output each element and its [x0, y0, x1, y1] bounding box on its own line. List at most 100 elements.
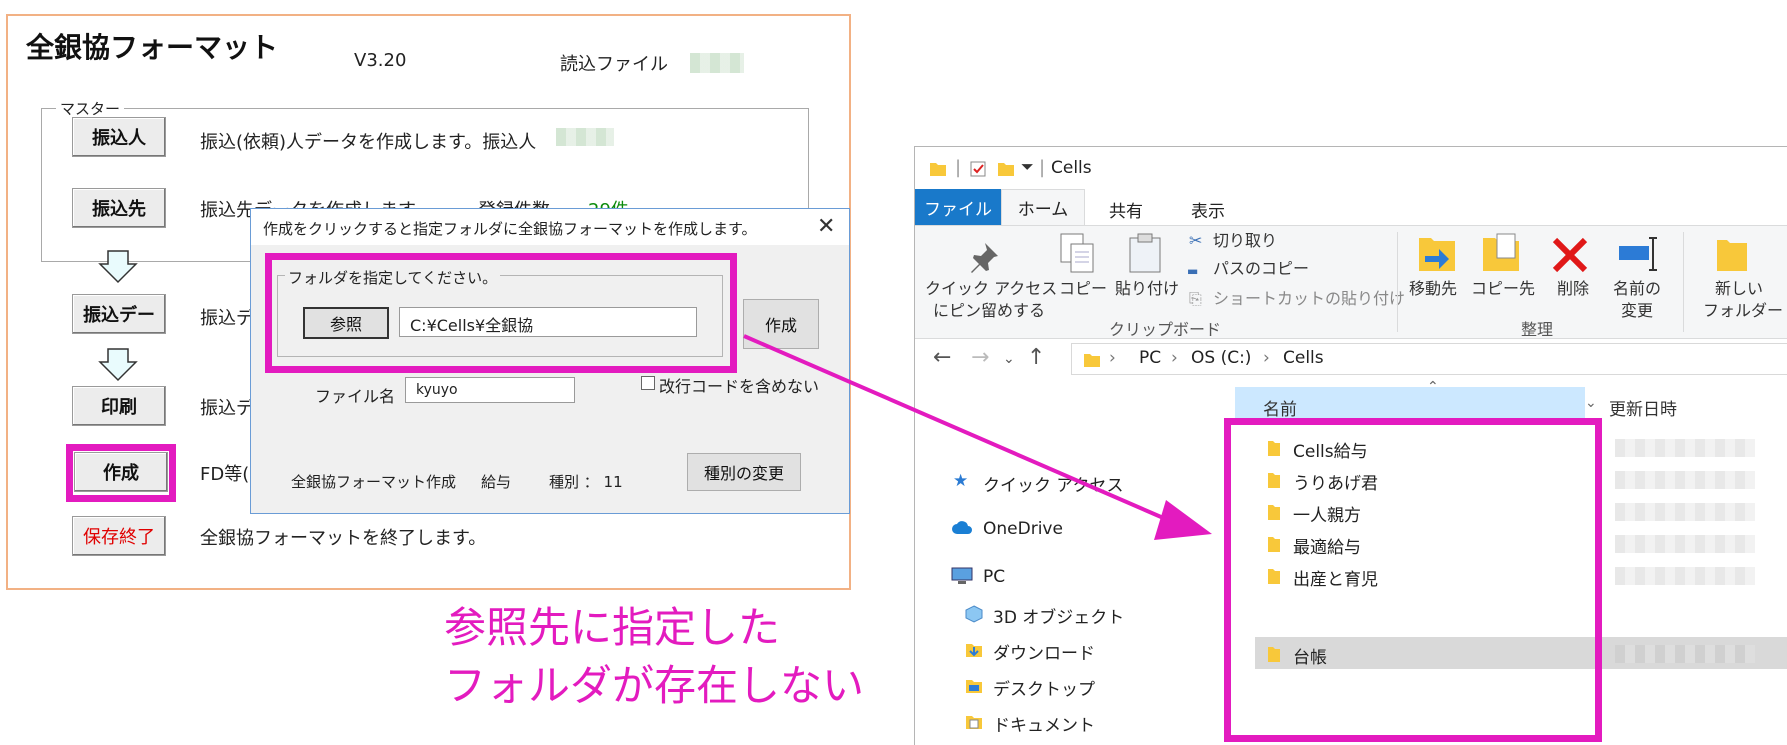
star-icon: ★	[953, 471, 969, 491]
nav-quick-access[interactable]: クイック アクセス	[983, 471, 1124, 496]
file-name-label: ファイル名	[315, 387, 396, 406]
breadcrumb-cells[interactable]: Cells	[1283, 348, 1324, 368]
modified-date-blurred	[1615, 471, 1755, 489]
explorer-titlebar: | ⏷ | Cells	[915, 147, 1787, 189]
quick-toolbar-dropdown-icon[interactable]: ⏷	[1021, 157, 1034, 177]
desktop-icon	[966, 680, 982, 693]
breadcrumb-drive[interactable]: OS (C:)	[1191, 348, 1251, 368]
modified-date-blurred	[1615, 535, 1755, 553]
cut-label[interactable]: 切り取り	[1213, 230, 1277, 252]
move-to-icon[interactable]	[1417, 232, 1457, 274]
status-title: 全銀協フォーマット作成	[291, 473, 457, 491]
window-title: Cells	[1051, 158, 1092, 178]
modified-date-blurred	[1615, 645, 1755, 663]
tab-share[interactable]: 共有	[1109, 197, 1143, 222]
read-file-value-blurred	[690, 53, 744, 73]
nav-downloads[interactable]: ダウンロード	[993, 639, 1095, 664]
folder-icon	[930, 163, 946, 176]
create-description: FD等(	[200, 464, 250, 485]
up-arrow-icon[interactable]: ↑	[1027, 345, 1045, 370]
save-exit-button[interactable]: 保存終了	[72, 516, 166, 556]
nav-desktop[interactable]: デスクトップ	[993, 675, 1095, 700]
nav-3d-objects[interactable]: 3D オブジェクト	[993, 603, 1124, 628]
breadcrumb-chevron-icon: ›	[1171, 348, 1178, 368]
payer-description: 振込(依頼)人データを作成します。振込人	[200, 132, 537, 153]
new-folder-icon[interactable]	[1715, 232, 1749, 274]
change-kind-button[interactable]: 種別の変更	[687, 453, 801, 491]
sort-ascending-icon: ⌃	[1427, 379, 1439, 395]
close-icon[interactable]: ✕	[817, 214, 835, 239]
shortcut-icon: ⎘	[1189, 289, 1202, 308]
nav-onedrive[interactable]: OneDrive	[983, 519, 1063, 539]
move-to-label[interactable]: 移動先	[1409, 278, 1457, 300]
properties-icon[interactable]	[969, 160, 987, 178]
flow-arrow-down-icon	[98, 250, 138, 284]
app-title: 全銀協フォーマット	[26, 31, 279, 64]
rename-label-1[interactable]: 名前の	[1613, 278, 1661, 300]
copy-label[interactable]: コピー	[1059, 278, 1107, 300]
new-folder-label-1[interactable]: 新しい	[1715, 278, 1763, 300]
download-icon	[966, 644, 982, 657]
print-button[interactable]: 印刷	[72, 386, 166, 426]
recent-dropdown-icon[interactable]: ⌄	[1003, 351, 1015, 367]
address-bar[interactable]	[1071, 343, 1787, 375]
no-newline-label: 改行コードを含めない	[659, 377, 820, 396]
print-description: 振込デ	[200, 398, 254, 419]
rename-label-2[interactable]: 変更	[1621, 300, 1653, 322]
back-arrow-icon[interactable]: ←	[933, 345, 951, 370]
new-folder-quick-icon[interactable]	[997, 160, 1015, 178]
transfer-data-description: 振込デ	[200, 308, 254, 329]
new-folder-label-2[interactable]: フォルダー	[1703, 300, 1783, 322]
forward-arrow-icon[interactable]: →	[971, 345, 989, 370]
pin-icon[interactable]	[967, 240, 1001, 274]
modified-date-blurred	[1615, 439, 1755, 457]
payer-button[interactable]: 振込人	[72, 117, 166, 157]
file-name-input[interactable]: kyuyo	[405, 377, 575, 403]
copy-path-label[interactable]: パスのコピー	[1213, 258, 1309, 280]
paste-label[interactable]: 貼り付け	[1115, 278, 1179, 300]
rename-icon[interactable]	[1617, 234, 1659, 274]
highlight-create-button	[66, 444, 176, 502]
highlight-folder-group	[265, 253, 737, 373]
copy-to-label[interactable]: コピー先	[1471, 278, 1535, 300]
delete-label[interactable]: 削除	[1557, 278, 1589, 300]
pin-label-2[interactable]: にピン留めする	[933, 300, 1045, 322]
modified-date-blurred	[1615, 503, 1755, 521]
status-kind: 種別 ： 11	[549, 473, 623, 491]
folder-icon	[1084, 354, 1100, 367]
dialog-create-button[interactable]: 作成	[743, 299, 819, 349]
nav-documents[interactable]: ドキュメント	[993, 711, 1095, 736]
document-icon	[966, 716, 982, 729]
copy-icon[interactable]	[1059, 232, 1095, 274]
name-column-header[interactable]: 名前	[1263, 395, 1297, 420]
tab-view[interactable]: 表示	[1191, 197, 1225, 222]
no-newline-checkbox[interactable]	[641, 376, 655, 390]
version-label: V3.20	[354, 50, 407, 71]
modified-column-header[interactable]: 更新日時	[1609, 395, 1677, 420]
cloud-icon	[952, 521, 972, 534]
ribbon: クイック アクセス にピン留めする コピー 貼り付け ✂ 切り取り ▬ パスのコ…	[915, 225, 1787, 339]
nav-pc[interactable]: PC	[983, 567, 1005, 587]
highlight-file-list	[1224, 418, 1602, 742]
copy-to-icon[interactable]	[1481, 232, 1521, 274]
column-dropdown-icon[interactable]: ⌄	[1585, 395, 1597, 411]
flow-arrow-down-icon	[98, 348, 138, 382]
read-file-label: 読込ファイル	[560, 54, 668, 75]
payee-button[interactable]: 振込先	[72, 188, 166, 228]
tab-file[interactable]: ファイル	[915, 189, 1001, 225]
tab-home[interactable]: ホーム	[1001, 189, 1085, 225]
create-format-dialog: 作成をクリックすると指定フォルダに全銀協フォーマットを作成します。 ✕ フォルダ…	[250, 208, 850, 514]
organize-group-label: 整理	[1521, 320, 1554, 339]
breadcrumb-chevron-icon: ›	[1263, 348, 1270, 368]
cube-icon	[965, 605, 983, 623]
clipboard-group-label: クリップボード	[1109, 320, 1222, 339]
paste-icon[interactable]	[1127, 232, 1163, 274]
paste-shortcut-label: ショートカットの貼り付け	[1213, 289, 1406, 308]
pin-label-1[interactable]: クイック アクセス	[925, 278, 1057, 300]
modified-date-blurred	[1615, 567, 1755, 585]
transfer-data-button[interactable]: 振込デー	[72, 294, 166, 334]
breadcrumb-pc[interactable]: PC	[1139, 348, 1161, 368]
delete-icon[interactable]	[1551, 236, 1589, 274]
copy-path-icon[interactable]: ▬	[1187, 260, 1198, 282]
scissors-icon[interactable]: ✂	[1189, 230, 1202, 252]
